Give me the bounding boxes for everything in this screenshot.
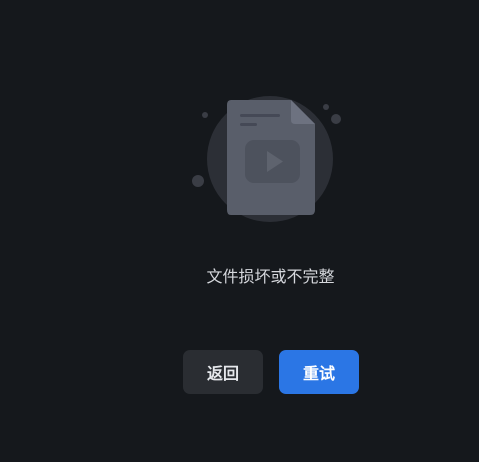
error-message: 文件损坏或不完整 bbox=[206, 267, 335, 286]
retry-button[interactable]: 重试 bbox=[279, 350, 359, 394]
error-screen: 文件损坏或不完整 返回 重试 bbox=[0, 0, 479, 462]
corrupted-video-file-icon bbox=[185, 92, 350, 227]
back-button[interactable]: 返回 bbox=[183, 350, 263, 394]
